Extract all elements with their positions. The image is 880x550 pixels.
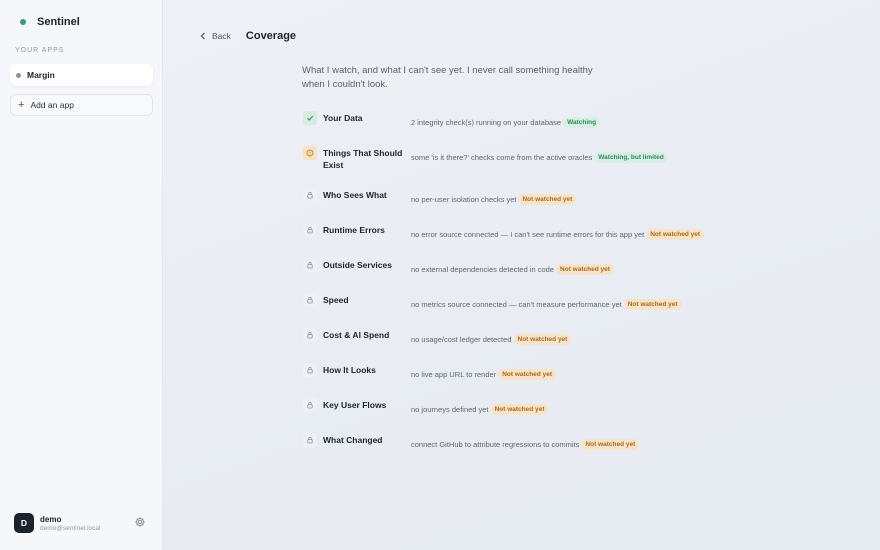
status-badge: Watching, but limited	[594, 152, 668, 163]
coverage-row: Things That Should Exist some 'is it ther…	[303, 146, 783, 176]
lock-icon	[303, 433, 317, 447]
coverage-row: Your Data 2 integrity check(s) running on…	[303, 111, 783, 141]
coverage-description: no live app URL to render	[411, 370, 497, 379]
coverage-detail: connect GitHub to attribute regressions …	[411, 439, 640, 450]
apps-section-label: YOUR APPS	[15, 47, 65, 54]
gear-icon[interactable]	[134, 516, 146, 528]
sidebar: Sentinel YOUR APPS Margin + Add an app D…	[0, 0, 163, 550]
status-badge: Not watched yet	[513, 334, 572, 345]
user-email: demo@sentinel.local	[40, 524, 101, 532]
status-badge: Watching	[563, 117, 601, 128]
status-badge: Not watched yet	[498, 369, 557, 380]
user-profile[interactable]: D demo demo@sentinel.local	[14, 513, 100, 533]
coverage-detail: 2 integrity check(s) running on your dat…	[411, 117, 601, 128]
coverage-name: Outside Services	[323, 260, 392, 270]
sidebar-item-label: Margin	[27, 70, 55, 80]
app-status-dot	[16, 72, 21, 78]
coverage-row: Who Sees What no per-user isolation check…	[303, 188, 783, 218]
lock-icon	[303, 293, 317, 307]
status-badge: Not watched yet	[518, 194, 577, 205]
coverage-description: no external dependencies detected in cod…	[411, 265, 555, 274]
lock-icon	[303, 188, 317, 202]
coverage-detail: no usage/cost ledger detected Not watched…	[411, 334, 572, 345]
check-icon	[303, 111, 317, 125]
coverage-row: Runtime Errors no error source connected …	[303, 223, 783, 253]
coverage-detail: no live app URL to render Not watched yet	[411, 369, 557, 380]
coverage-description: no journeys defined yet	[411, 405, 489, 414]
coverage-row: How It Looks no live app URL to render Not…	[303, 363, 783, 393]
sidebar-item-margin[interactable]: Margin	[10, 64, 153, 86]
brand-status-dot	[20, 19, 26, 25]
coverage-name: Things That Should Exist	[323, 148, 403, 170]
add-app-label: Add an app	[30, 100, 74, 110]
coverage-row: What Changed connect GitHub to attribute …	[303, 433, 783, 463]
coverage-row: Speed no metrics source connected — can't…	[303, 293, 783, 323]
user-name: demo	[40, 514, 62, 524]
brand-name: Sentinel	[37, 16, 80, 28]
coverage-row: Outside Services no external dependencies…	[303, 258, 783, 288]
coverage-description: some 'is it there?' checks come from the…	[411, 153, 593, 162]
coverage-description: connect GitHub to attribute regressions …	[411, 440, 580, 449]
coverage-detail: some 'is it there?' checks come from the…	[411, 152, 668, 163]
coverage-name: Your Data	[323, 113, 363, 123]
chevron-left-icon	[200, 32, 205, 40]
coverage-name: How It Looks	[323, 365, 376, 375]
coverage-detail: no per-user isolation checks yet Not watc…	[411, 194, 577, 205]
coverage-description: no usage/cost ledger detected	[411, 335, 512, 344]
coverage-name: Cost & AI Spend	[323, 330, 390, 340]
status-badge: Not watched yet	[556, 264, 614, 275]
brand[interactable]: Sentinel	[20, 16, 80, 28]
lock-icon	[303, 223, 317, 237]
coverage-description: 2 integrity check(s) running on your dat…	[411, 118, 562, 127]
back-label: Back	[212, 31, 231, 41]
coverage-name: Key User Flows	[323, 400, 387, 410]
intro-text: What I watch, and what I can't see yet. …	[302, 65, 593, 90]
coverage-detail: no error source connected — I can't see …	[411, 229, 705, 240]
lock-icon	[303, 363, 317, 377]
lock-icon	[303, 398, 317, 412]
back-button[interactable]: Back	[200, 31, 231, 41]
add-app-button[interactable]: + Add an app	[10, 94, 153, 116]
coverage-name: Runtime Errors	[323, 225, 385, 235]
status-badge: Not watched yet	[623, 299, 682, 310]
avatar: D	[14, 513, 34, 533]
coverage-detail: no journeys defined yet Not watched yet	[411, 404, 549, 415]
coverage-name: Who Sees What	[323, 190, 387, 200]
lock-icon	[303, 258, 317, 272]
status-badge: Not watched yet	[490, 404, 549, 415]
warning-icon	[303, 146, 317, 160]
coverage-name: Speed	[323, 295, 349, 305]
coverage-detail: no external dependencies detected in cod…	[411, 264, 614, 275]
coverage-description: no error source connected — I can't see …	[411, 230, 645, 239]
coverage-name: What Changed	[323, 435, 383, 445]
coverage-row: Key User Flows no journeys defined yet Not…	[303, 398, 783, 428]
status-badge: Not watched yet	[646, 229, 705, 240]
coverage-detail: no metrics source connected — can't meas…	[411, 299, 682, 310]
status-badge: Not watched yet	[581, 439, 640, 450]
coverage-description: no per-user isolation checks yet	[411, 195, 517, 204]
page-header: Back Coverage	[200, 30, 296, 42]
page-title: Coverage	[245, 30, 297, 42]
plus-icon: +	[18, 98, 25, 111]
coverage-row: Cost & AI Spend no usage/cost ledger dete…	[303, 328, 783, 358]
lock-icon	[303, 328, 317, 342]
coverage-description: no metrics source connected — can't meas…	[411, 300, 622, 309]
